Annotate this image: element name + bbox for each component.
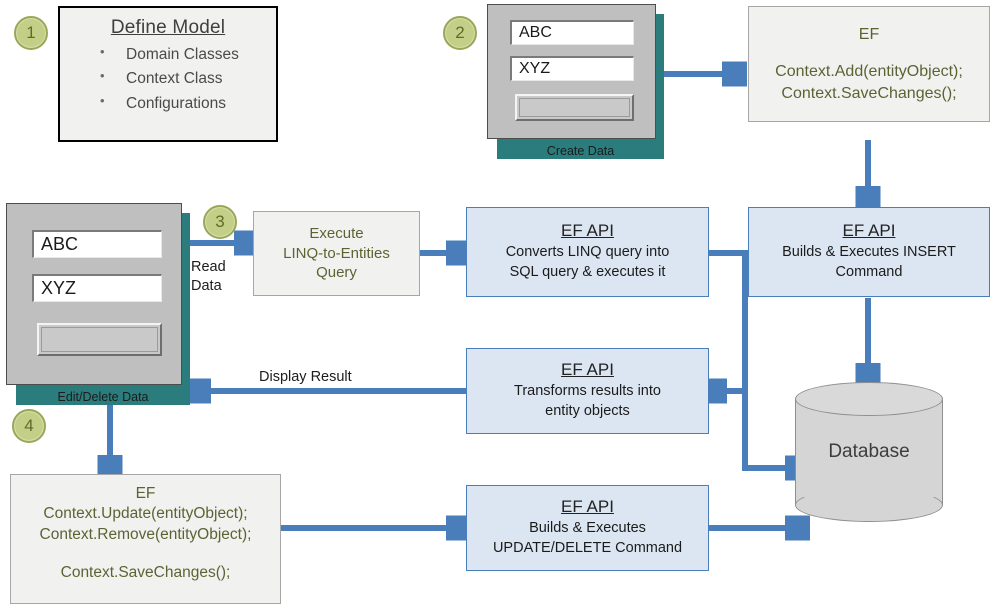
ef-api-transform-box: EF API Transforms results into entity ob… xyxy=(466,348,709,434)
ef-api-transform-line-1: Transforms results into xyxy=(514,383,661,400)
form-caption: Edit/Delete Data xyxy=(57,390,149,404)
linq-line-2: LINQ-to-Entities xyxy=(283,244,390,262)
ef-add-line-2: Context.SaveChanges(); xyxy=(781,84,957,102)
ef-add-box: EF Context.Add(entityObject); Context.Sa… xyxy=(748,6,990,122)
execute-linq-box: Execute LINQ-to-Entities Query xyxy=(253,211,420,296)
submit-button[interactable] xyxy=(37,323,162,356)
field-abc[interactable]: ABC xyxy=(510,20,634,45)
ef-update-line-1: Context.Update(entityObject); xyxy=(43,505,248,523)
field-xyz[interactable]: XYZ xyxy=(510,56,634,81)
ef-api-update-delete-box: EF API Builds & Executes UPDATE/DELETE C… xyxy=(466,485,709,571)
step-badge-4: 4 xyxy=(12,409,46,443)
submit-button[interactable] xyxy=(515,94,634,121)
read-data-label: Read Data xyxy=(191,259,226,294)
ef-api-insert-box: EF API Builds & Executes INSERT Command xyxy=(748,207,990,297)
define-model-bullet-list: Domain Classes Context Class Configurati… xyxy=(60,42,276,116)
define-model-title: Define Model xyxy=(110,17,226,38)
form-window: ABC XYZ xyxy=(6,203,182,385)
ef-api-convert-box: EF API Converts LINQ query into SQL quer… xyxy=(466,207,709,297)
define-model-box: Define Model Domain Classes Context Clas… xyxy=(58,6,278,142)
step-badge-1: 1 xyxy=(14,16,48,50)
form-caption: Create Data xyxy=(546,144,615,158)
database-label: Database xyxy=(828,441,910,462)
ef-api-transform-line-2: entity objects xyxy=(545,403,630,419)
list-item: Configurations xyxy=(100,91,276,116)
list-item: Context Class xyxy=(100,66,276,91)
linq-line-1: Execute xyxy=(309,224,364,242)
ef-add-line-1: Context.Add(entityObject); xyxy=(775,63,963,81)
linq-line-3: Query xyxy=(316,264,357,282)
ef-api-update-delete-header: EF API xyxy=(561,497,614,517)
ef-api-transform-header: EF API xyxy=(561,360,614,380)
ef-api-convert-line-1: Converts LINQ query into xyxy=(505,244,670,261)
ef-update-box: EF Context.Update(entityObject); Context… xyxy=(10,474,281,604)
ef-update-line-4: Context.SaveChanges(); xyxy=(60,564,231,582)
display-result-label: Display Result xyxy=(259,369,352,385)
ef-api-update-delete-line-2: UPDATE/DELETE Command xyxy=(492,540,683,556)
create-data-form: ABC XYZ Create Data xyxy=(487,4,664,159)
ef-api-update-delete-line-1: Builds & Executes xyxy=(529,520,646,537)
step-badge-2: 2 xyxy=(443,16,477,50)
ef-update-line-2: Context.Remove(entityObject); xyxy=(39,525,252,543)
ef-update-header: EF xyxy=(135,485,156,502)
form-window: ABC XYZ xyxy=(487,4,656,139)
field-xyz[interactable]: XYZ xyxy=(32,274,162,302)
step-badge-3: 3 xyxy=(203,205,237,239)
list-item: Domain Classes xyxy=(100,42,276,67)
ef-api-insert-header: EF API xyxy=(842,221,896,241)
ef-api-convert-line-2: SQL query & executes it xyxy=(509,264,666,280)
ef-api-insert-line-1: Builds & Executes INSERT xyxy=(782,244,956,261)
database-cylinder: Database xyxy=(795,382,943,522)
ef-api-convert-header: EF API xyxy=(561,221,614,241)
diagram-canvas: 1 Define Model Domain Classes Context Cl… xyxy=(0,0,997,610)
ef-api-insert-line-2: Command xyxy=(835,264,903,280)
ef-add-header: EF xyxy=(858,26,880,44)
edit-delete-data-form: ABC XYZ Edit/Delete Data xyxy=(6,203,190,405)
field-abc[interactable]: ABC xyxy=(32,230,162,258)
